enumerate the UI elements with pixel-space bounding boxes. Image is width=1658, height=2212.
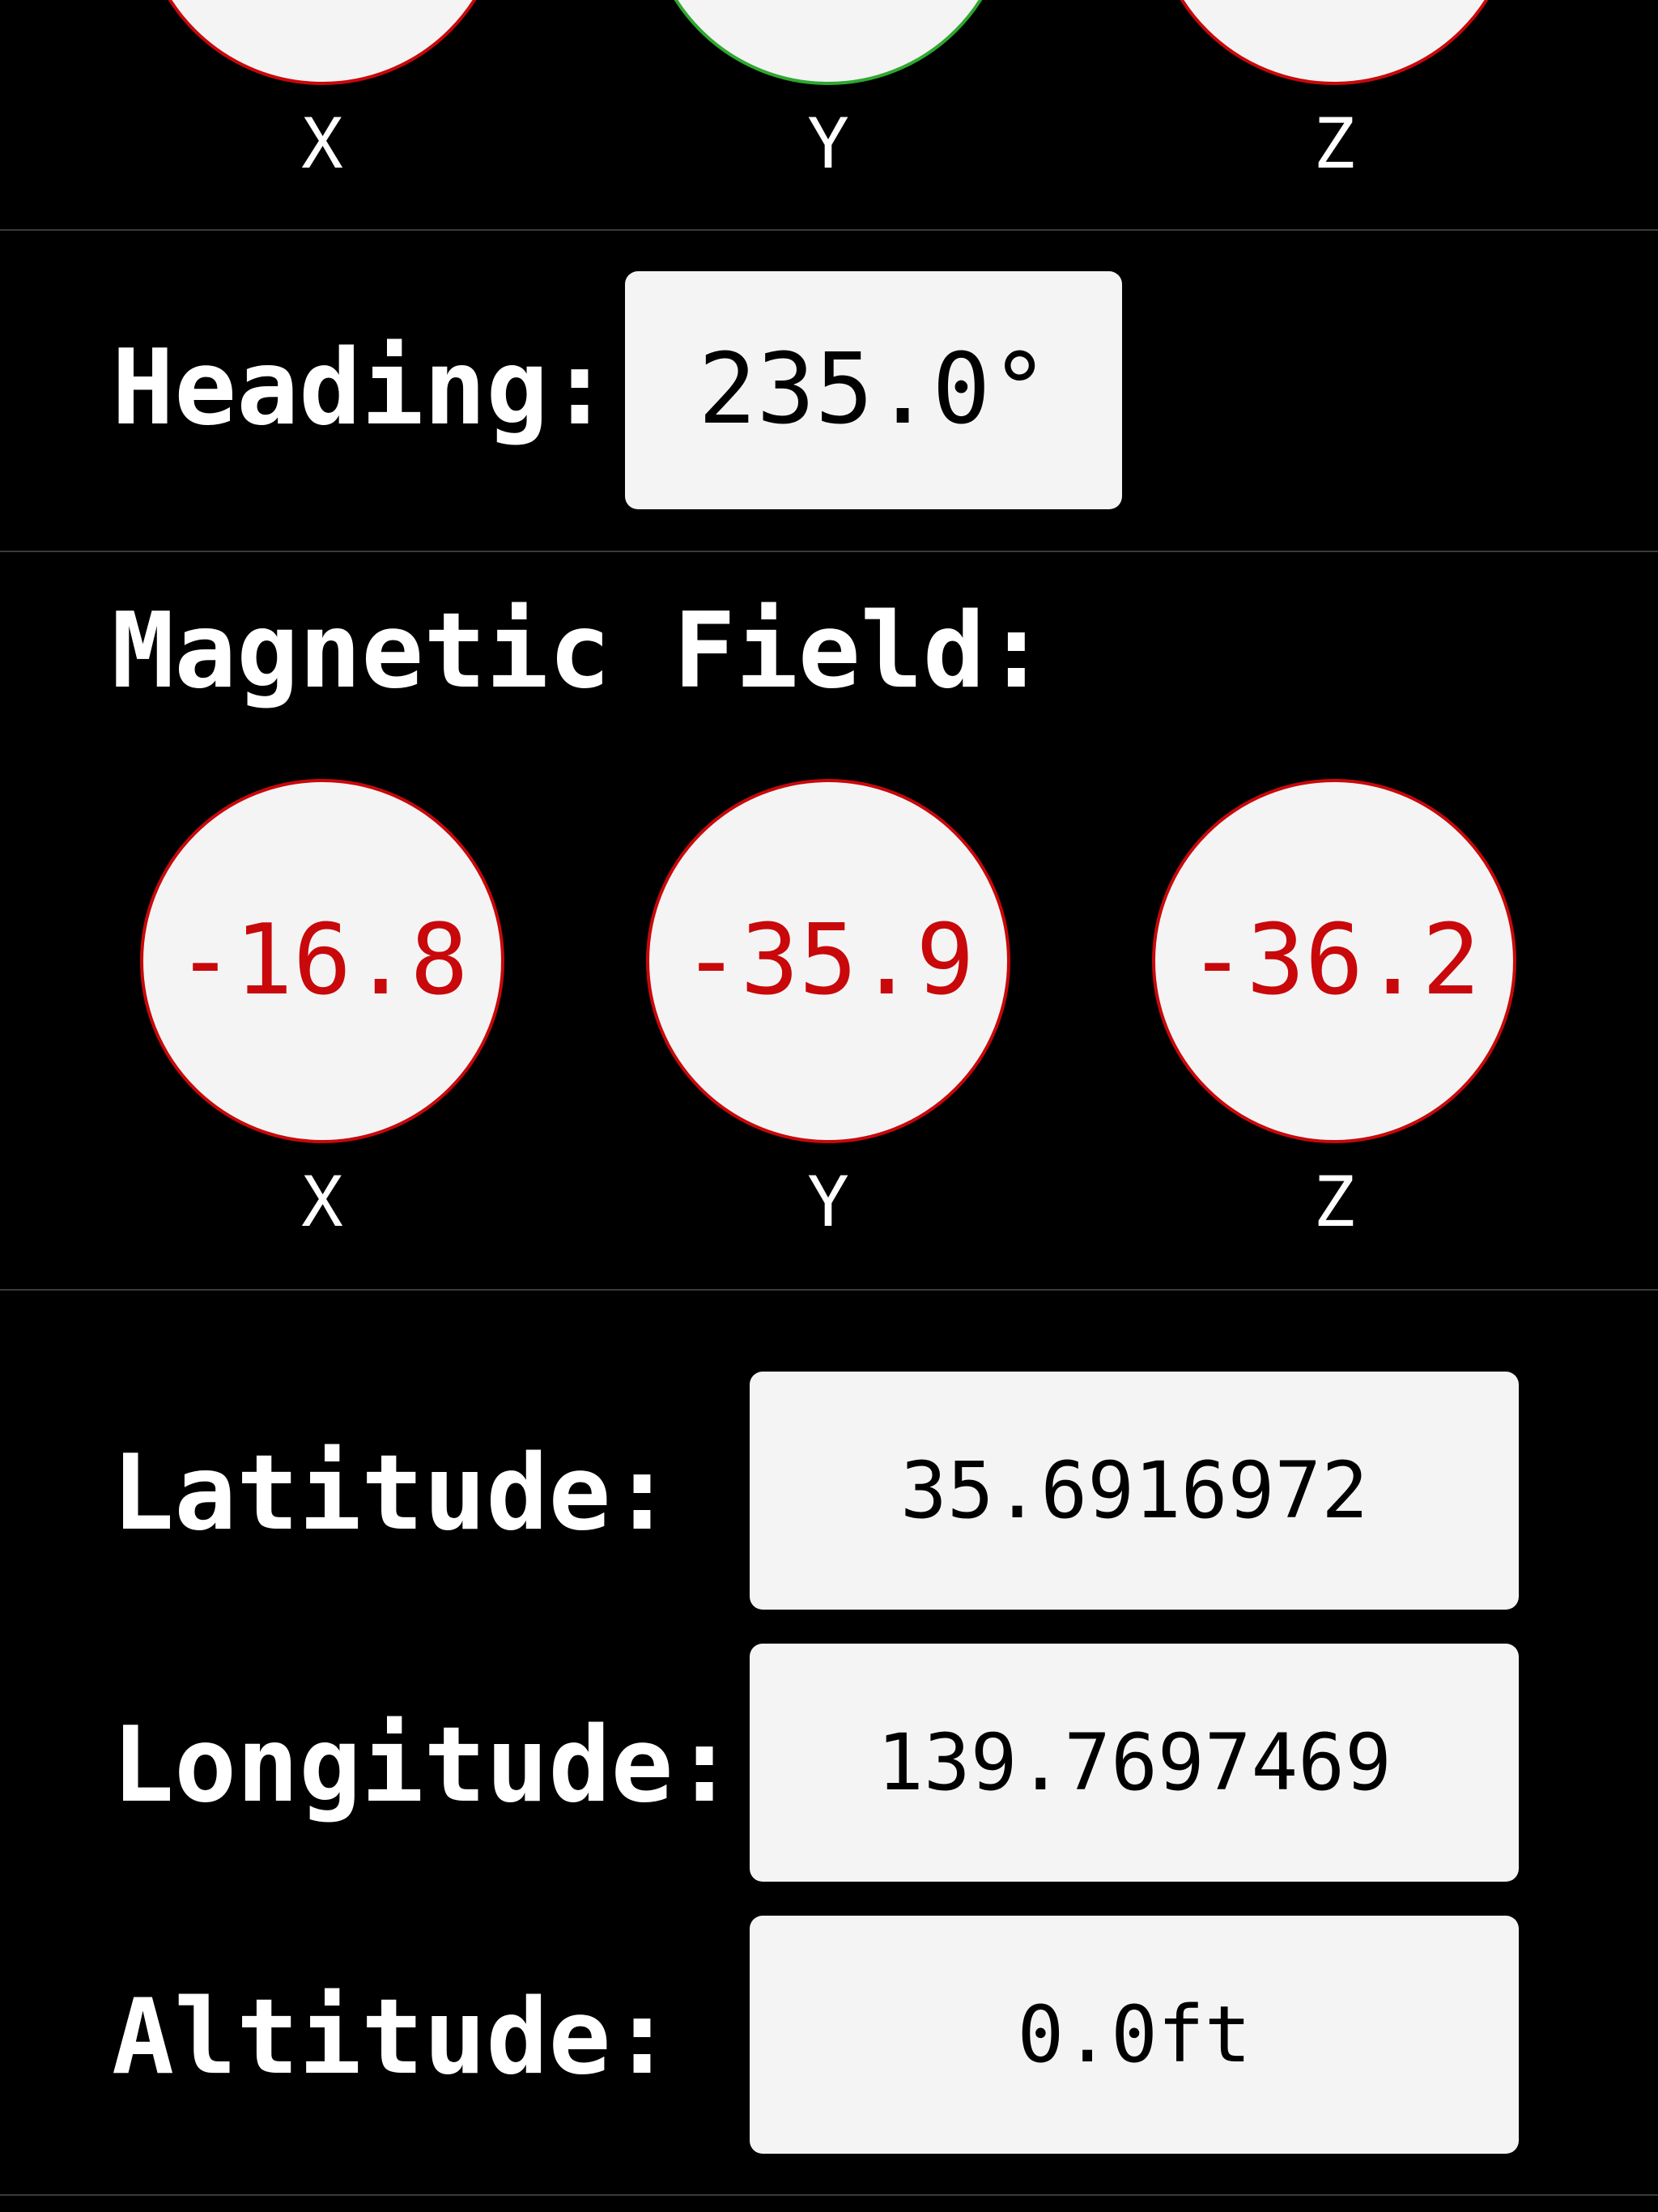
y-axis-indicator [646, 0, 1010, 85]
latitude-label: Latitude: [112, 1433, 674, 1554]
altitude-value: 0.0ft [750, 1916, 1519, 2154]
z-axis-indicator [1152, 0, 1516, 85]
altitude-label: Altitude: [112, 1977, 674, 2098]
y-axis-label: Y [807, 104, 849, 185]
magnetic-y-value: -35.9 [646, 779, 1010, 1143]
z-axis-label: Z [1313, 104, 1355, 185]
longitude-value: 139.7697469 [750, 1644, 1519, 1882]
x-axis-indicator [140, 0, 504, 85]
magnetic-field-title: Magnetic Field: [112, 591, 1048, 712]
top-axis-indicators: X Y Z [0, 0, 1658, 229]
magnetic-field-section: Magnetic Field: -16.8 -35.9 -36.2 X Y Z [0, 552, 1658, 1289]
magnetic-x-value: -16.8 [140, 779, 504, 1143]
latitude-value: 35.6916972 [750, 1372, 1519, 1610]
heading-value: 235.0° [625, 271, 1122, 509]
magnetic-y-label: Y [807, 1162, 849, 1243]
heading-label: Heading: [112, 328, 611, 449]
location-section: Latitude: 35.6916972 Longitude: 139.7697… [0, 1291, 1658, 2194]
x-axis-label: X [301, 104, 343, 185]
section-divider [0, 2194, 1658, 2196]
magnetic-z-value: -36.2 [1152, 779, 1516, 1143]
magnetic-x-label: X [301, 1162, 343, 1243]
magnetic-z-label: Z [1313, 1162, 1355, 1243]
longitude-label: Longitude: [112, 1705, 736, 1826]
heading-section: Heading: 235.0° [0, 231, 1658, 551]
